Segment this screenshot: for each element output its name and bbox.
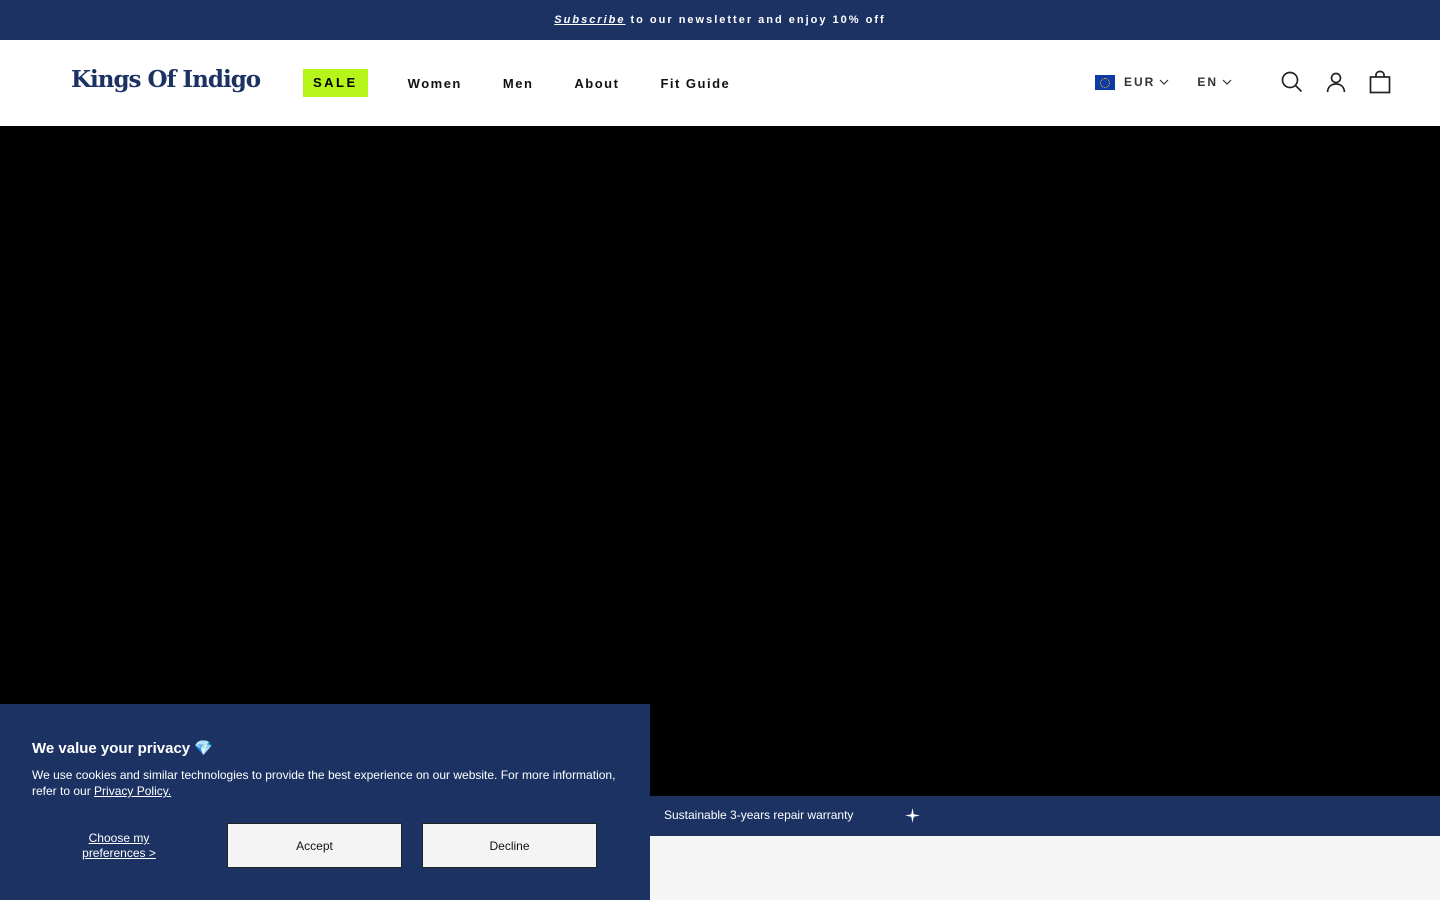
nav-fit-guide[interactable]: Fit Guide <box>660 76 730 91</box>
account-icon[interactable] <box>1324 70 1348 94</box>
site-header: Kings Of Indigo SALE Women Men About Fit… <box>0 40 1440 126</box>
sparkle-icon <box>905 808 920 823</box>
language-selector[interactable]: EN <box>1197 75 1232 89</box>
currency-selector[interactable]: EUR <box>1124 75 1169 89</box>
header-tools: EUR EN <box>1094 70 1392 94</box>
announcement-bar: Subscribe to our newsletter and enjoy 10… <box>0 0 1440 40</box>
main-nav: SALE Women Men About Fit Guide <box>303 69 771 97</box>
bag-icon[interactable] <box>1368 70 1392 94</box>
nav-sale[interactable]: SALE <box>303 69 368 97</box>
language-label: EN <box>1197 75 1218 89</box>
accept-button[interactable]: Accept <box>227 823 402 868</box>
brand-logo[interactable]: Kings Of Indigo <box>71 66 261 93</box>
search-icon[interactable] <box>1280 70 1304 94</box>
decline-button[interactable]: Decline <box>422 823 597 868</box>
cookie-banner: We value your privacy 💎 We use cookies a… <box>0 704 650 900</box>
nav-men[interactable]: Men <box>503 76 534 91</box>
cookie-body: We use cookies and similar technologies … <box>32 767 622 799</box>
privacy-policy-link[interactable]: Privacy Policy. <box>94 784 171 798</box>
announcement-text: to our newsletter and enjoy 10% off <box>630 14 886 26</box>
currency-label: EUR <box>1123 75 1156 89</box>
subscribe-link[interactable]: Subscribe <box>554 14 625 26</box>
nav-about[interactable]: About <box>574 76 619 91</box>
chevron-down-icon <box>1159 79 1169 85</box>
cookie-title: We value your privacy 💎 <box>32 740 213 757</box>
eu-flag-icon <box>1094 74 1115 90</box>
chevron-down-icon <box>1222 79 1232 85</box>
usp-text: Sustainable 3-years repair warranty <box>664 808 854 822</box>
nav-women[interactable]: Women <box>408 76 462 91</box>
preferences-link[interactable]: Choose my preferences > <box>64 831 174 861</box>
hero-video <box>0 126 1440 796</box>
